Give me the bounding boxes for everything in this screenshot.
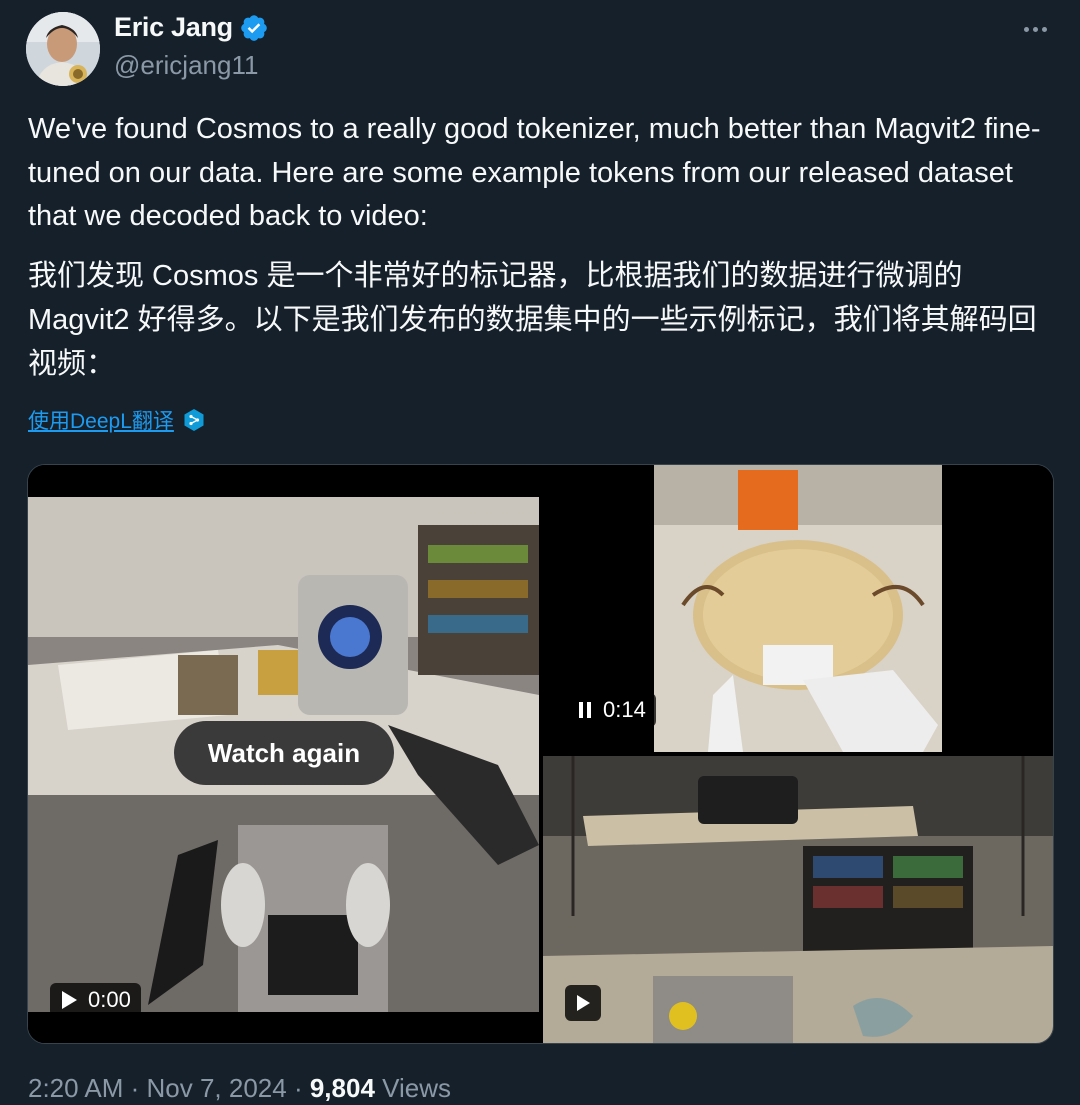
avatar[interactable]	[26, 12, 100, 86]
tweet-date[interactable]: Nov 7, 2024	[147, 1073, 287, 1103]
translate-label[interactable]: 使用DeepL翻译	[28, 405, 174, 435]
tweet-text-english: We've found Cosmos to a really good toke…	[28, 113, 1041, 232]
tweet-meta: 2:20 AM · Nov 7, 2024 · 9,804 Views	[28, 1073, 451, 1104]
views-count: 9,804	[309, 1073, 375, 1103]
video-top-right-timestamp: 0:14	[603, 697, 646, 722]
meta-separator: ·	[123, 1073, 147, 1103]
deepl-icon	[184, 409, 204, 431]
video-bottom-right-frame	[543, 756, 1053, 1043]
video-top-right[interactable]: 0:14	[543, 465, 1053, 752]
video-left-timestamp: 0:00	[88, 987, 131, 1012]
tweet-time[interactable]: 2:20 AM	[28, 1073, 123, 1103]
video-left[interactable]: Watch again 0:00	[28, 465, 539, 1043]
meta-separator: ·	[286, 1073, 310, 1103]
media-grid: Watch again 0:00 0:14	[27, 464, 1054, 1044]
play-icon	[62, 991, 77, 1009]
video-bottom-right[interactable]	[543, 756, 1053, 1043]
author-name[interactable]: Eric Jang	[114, 12, 233, 43]
play-icon	[577, 995, 590, 1011]
video-left-timestamp-badge[interactable]: 0:00	[50, 983, 141, 1017]
tweet-text-chinese: 我们发现 Cosmos 是一个非常好的标记器，比根据我们的数据进行微调的 Mag…	[28, 260, 1037, 380]
translate-link[interactable]: 使用DeepL翻译	[28, 405, 206, 435]
video-bottom-right-play-button[interactable]	[565, 985, 601, 1021]
author-handle[interactable]: @ericjang11	[114, 50, 258, 81]
verified-badge-icon	[241, 14, 267, 41]
pause-icon	[579, 702, 591, 718]
views-label: Views	[382, 1073, 452, 1103]
more-options-icon[interactable]	[1020, 14, 1050, 44]
video-top-right-timestamp-badge[interactable]: 0:14	[567, 693, 656, 727]
watch-again-button[interactable]: Watch again	[174, 721, 394, 785]
